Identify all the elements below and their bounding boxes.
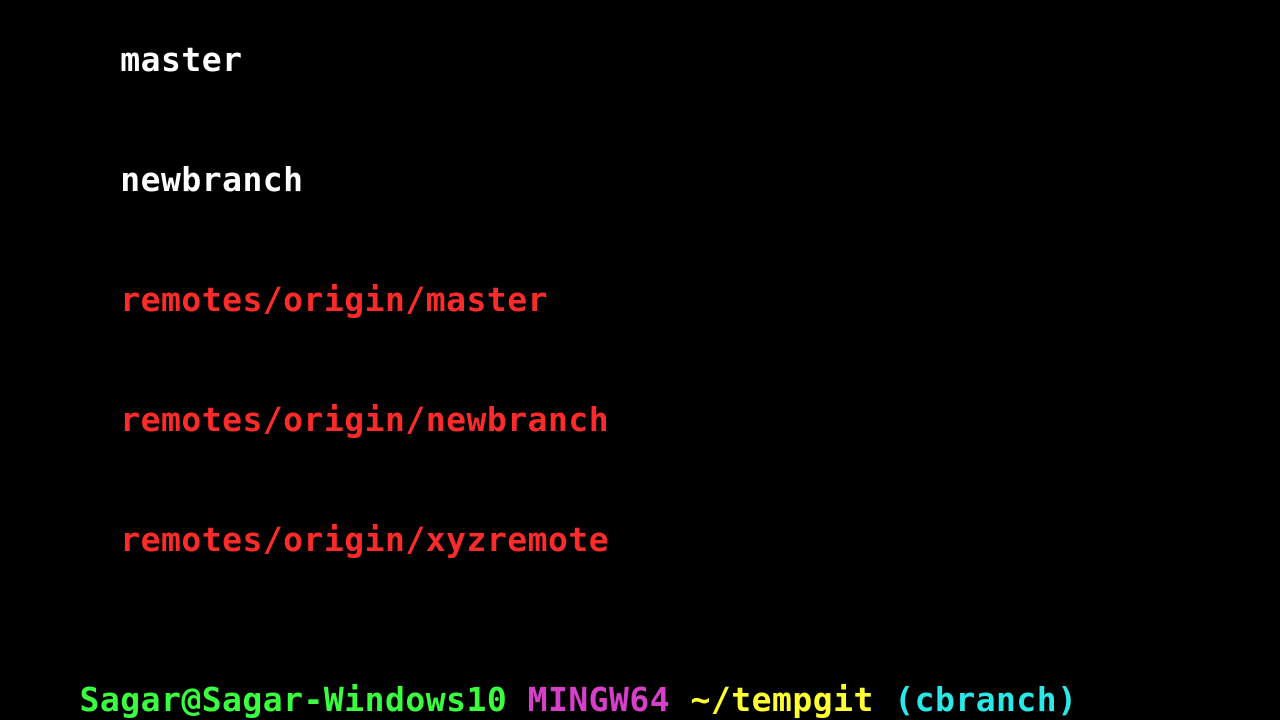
remote-branch: remotes/origin/newbranch (120, 400, 609, 439)
branch-list-item: remotes/origin/newbranch (0, 360, 1278, 480)
indent (79, 160, 120, 199)
blank-line (0, 600, 1278, 640)
indent (79, 400, 120, 439)
prompt-userhost: Sagar@Sagar-Windows10 (79, 680, 527, 719)
indent (79, 40, 120, 79)
local-branch: master (120, 40, 242, 79)
local-branch: newbranch (120, 160, 303, 199)
prompt-branch: (cbranch) (894, 680, 1077, 719)
branch-list-item: master (0, 0, 1278, 120)
remote-branch: remotes/origin/master (120, 280, 548, 319)
remote-branch: remotes/origin/xyzremote (120, 520, 609, 559)
branch-list-item: remotes/origin/xyzremote (0, 480, 1278, 600)
indent (79, 520, 120, 559)
prompt-line: Sagar@Sagar-Windows10 MINGW64 ~/tempgit … (0, 640, 1278, 720)
prompt-env: MINGW64 (528, 680, 691, 719)
indent (79, 280, 120, 319)
branch-list-item: newbranch (0, 120, 1278, 240)
terminal-window[interactable]: master newbranch remotes/origin/master r… (0, 0, 1280, 720)
prompt-path: ~/tempgit (691, 680, 895, 719)
branch-list-item: remotes/origin/master (0, 240, 1278, 360)
